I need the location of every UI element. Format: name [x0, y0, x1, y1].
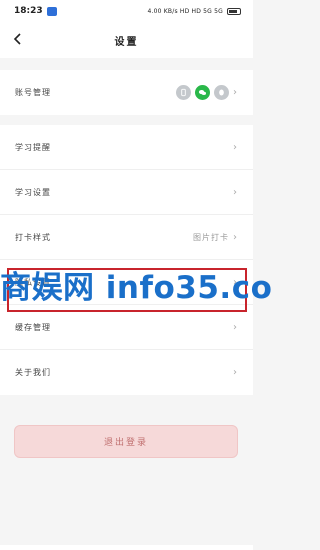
chevron-right-icon: ›	[233, 186, 238, 198]
row-about-us[interactable]: 关于我们 ›	[0, 350, 253, 395]
row-label: 账号管理	[15, 88, 51, 97]
page-title: 设置	[114, 36, 139, 48]
watermark: 商娱网 info35.co	[0, 270, 273, 306]
chevron-right-icon: ›	[233, 141, 238, 153]
row-value: 图片打卡	[193, 232, 229, 242]
row-account-management[interactable]: 账号管理 ›	[0, 70, 253, 115]
bottom-bar	[0, 545, 253, 550]
row-label: 学习设置	[15, 187, 51, 197]
qq-icon	[214, 85, 229, 100]
battery-icon	[227, 7, 241, 15]
top-bar: 设置	[0, 22, 253, 58]
logout-button[interactable]: 退出登录	[14, 425, 238, 458]
settings-card: 学习提醒 › 学习设置 › 打卡样式 图片打卡 › 隐私设置 › 缓存管理 › …	[0, 125, 253, 395]
wechat-icon	[195, 85, 210, 100]
row-label: 学习提醒	[15, 142, 51, 152]
chevron-right-icon: ›	[233, 87, 238, 98]
status-indicators: 4.00 KB/s HD HD 5G 5G	[147, 7, 223, 15]
row-label: 关于我们	[15, 368, 51, 377]
back-arrow-icon[interactable]	[10, 31, 26, 47]
chevron-right-icon: ›	[233, 321, 238, 333]
row-study-reminder[interactable]: 学习提醒 ›	[0, 125, 253, 170]
chevron-right-icon: ›	[233, 231, 238, 243]
row-label: 打卡样式	[15, 232, 51, 242]
row-label: 缓存管理	[15, 322, 51, 332]
app-notification-icon	[46, 6, 57, 16]
phone-icon	[176, 85, 191, 100]
clock: 18:23	[14, 6, 43, 16]
account-card: 账号管理 ›	[0, 70, 253, 115]
row-study-settings[interactable]: 学习设置 ›	[0, 170, 253, 215]
row-checkin-style[interactable]: 打卡样式 图片打卡 ›	[0, 215, 253, 260]
chevron-right-icon: ›	[233, 367, 238, 378]
status-bar: 18:23 4.00 KB/s HD HD 5G 5G	[0, 0, 253, 22]
